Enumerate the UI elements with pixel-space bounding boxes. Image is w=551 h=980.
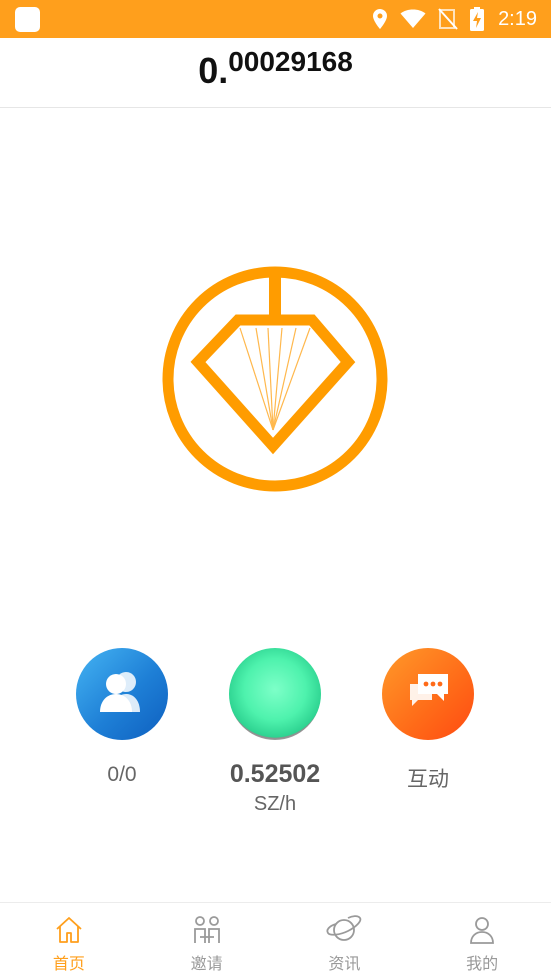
diamond-coin-logo xyxy=(158,262,392,496)
interact-action[interactable]: 互动 xyxy=(382,648,474,793)
battery-charging-icon xyxy=(470,7,485,31)
nav-label-home: 首页 xyxy=(52,956,85,973)
team-action[interactable]: 0/0 xyxy=(76,648,168,787)
nav-label-profile: 我的 xyxy=(466,956,499,973)
bottom-nav: 首页 邀请 资讯 我的 xyxy=(0,902,551,980)
mining-rate: 0.52502 xyxy=(229,760,321,788)
balance-integer: 0. xyxy=(198,50,229,91)
nav-label-invite: 邀请 xyxy=(190,956,223,973)
balance-fraction: 00029168 xyxy=(228,46,353,77)
nav-item-home[interactable]: 首页 xyxy=(0,903,138,980)
status-bar: 2:19 xyxy=(0,0,551,38)
mining-rate-unit: SZ/h xyxy=(253,793,297,815)
nav-item-news[interactable]: 资讯 xyxy=(276,903,414,980)
nav-item-profile[interactable]: 我的 xyxy=(413,903,551,980)
chat-bubbles-icon xyxy=(404,670,452,719)
interact-button[interactable] xyxy=(382,648,474,740)
home-icon xyxy=(0,915,138,945)
balance-display: 0.00029168 xyxy=(0,46,551,92)
header: 0.00029168 xyxy=(0,38,551,108)
mine-action[interactable]: 0.52502 SZ/h xyxy=(229,648,321,816)
wifi-icon xyxy=(400,9,426,29)
location-icon xyxy=(372,8,388,30)
app-notification-icon xyxy=(15,7,40,32)
nav-item-invite[interactable]: 邀请 xyxy=(138,903,276,980)
invite-icon xyxy=(138,915,276,945)
planet-icon xyxy=(276,915,414,945)
nav-label-news: 资讯 xyxy=(328,956,361,973)
status-icons: 2:19 xyxy=(372,0,537,38)
mining-orb-button[interactable] xyxy=(229,648,321,740)
users-icon xyxy=(96,670,148,719)
profile-icon xyxy=(413,915,551,945)
team-count: 0/0 xyxy=(107,763,137,786)
status-time: 2:19 xyxy=(498,7,537,30)
team-button[interactable] xyxy=(76,648,168,740)
interact-label: 互动 xyxy=(407,768,449,791)
no-signal-icon xyxy=(438,8,458,30)
